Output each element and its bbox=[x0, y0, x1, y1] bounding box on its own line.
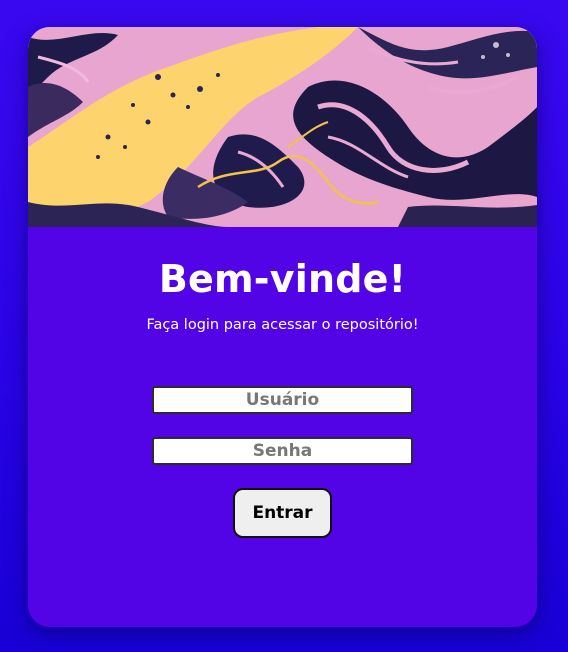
login-button[interactable]: Entrar bbox=[233, 488, 332, 538]
username-input[interactable] bbox=[152, 386, 413, 414]
marble-banner-image bbox=[28, 27, 537, 227]
login-card: Bem-vinde! Faça login para acessar o rep… bbox=[28, 27, 537, 627]
password-input[interactable] bbox=[152, 437, 413, 465]
page-title: Bem-vinde! bbox=[158, 257, 407, 301]
page-subtitle: Faça login para acessar o repositório! bbox=[146, 317, 419, 333]
